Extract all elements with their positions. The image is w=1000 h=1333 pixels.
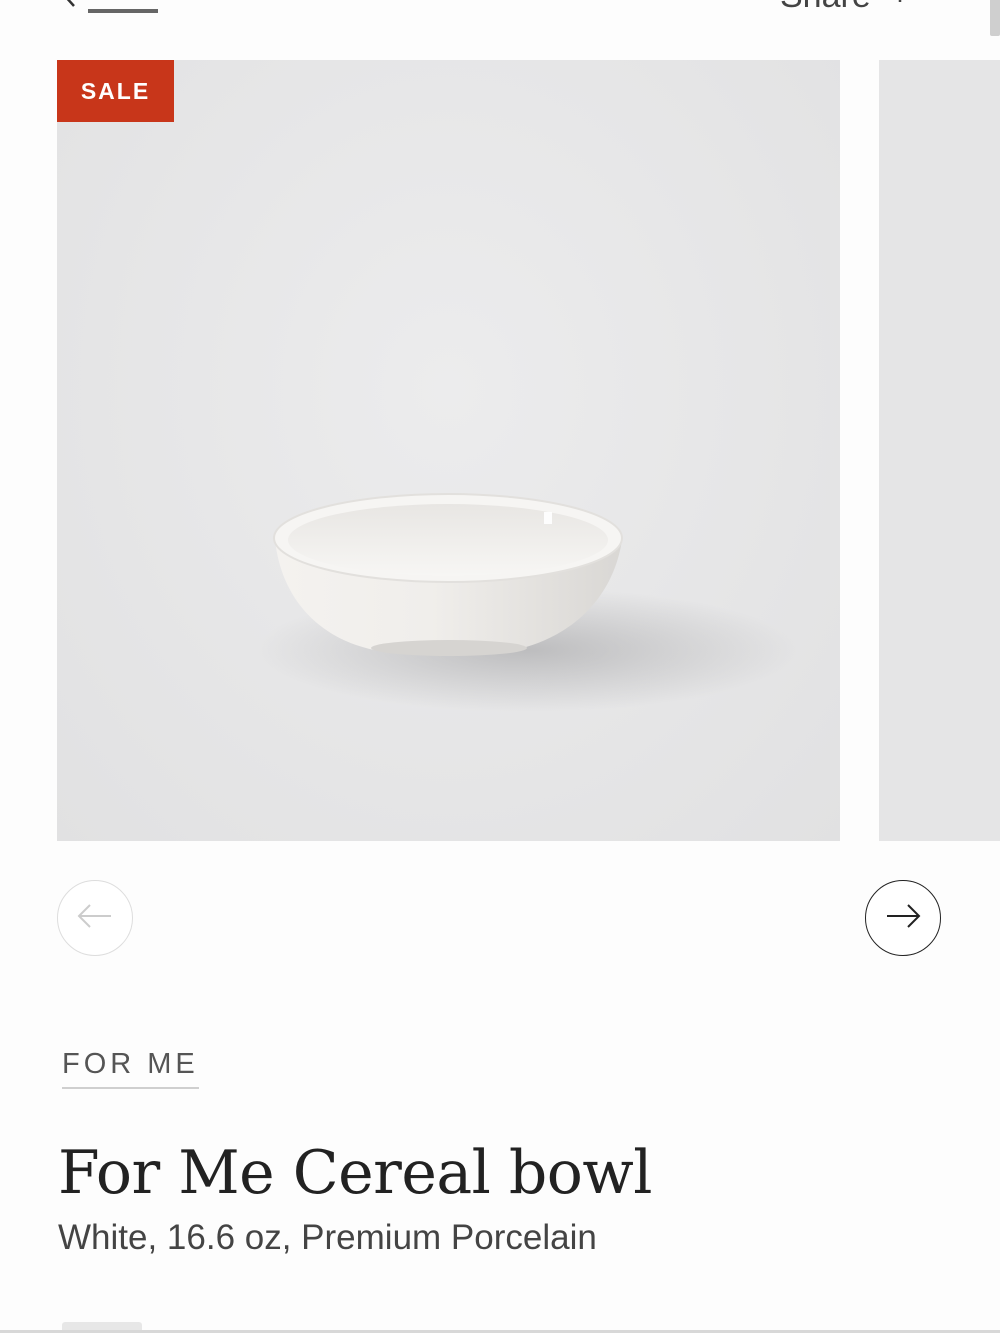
share-icon xyxy=(885,0,915,20)
next-image-button[interactable] xyxy=(865,880,941,956)
previous-image-button[interactable] xyxy=(57,880,133,956)
top-bar: Share xyxy=(0,0,1000,20)
arrow-right-icon xyxy=(883,901,923,936)
bowl-image xyxy=(257,493,797,712)
scrollbar-thumb[interactable] xyxy=(990,0,1000,36)
product-subtitle: White, 16.6 oz, Premium Porcelain xyxy=(58,1218,597,1257)
next-product-image[interactable] xyxy=(879,60,1000,841)
product-image[interactable] xyxy=(57,60,840,841)
product-title: For Me Cereal bowl xyxy=(58,1138,652,1208)
brand-link[interactable]: FOR ME xyxy=(62,1048,199,1089)
chevron-left-icon xyxy=(58,0,80,20)
share-label: Share xyxy=(780,0,871,16)
sale-badge: SALE xyxy=(57,60,174,122)
arrow-left-icon xyxy=(75,901,115,936)
back-button[interactable] xyxy=(58,0,158,20)
back-label xyxy=(88,8,158,13)
share-button[interactable]: Share xyxy=(780,0,915,20)
product-page: Share xyxy=(0,0,1000,1333)
price-peek xyxy=(62,1322,142,1330)
